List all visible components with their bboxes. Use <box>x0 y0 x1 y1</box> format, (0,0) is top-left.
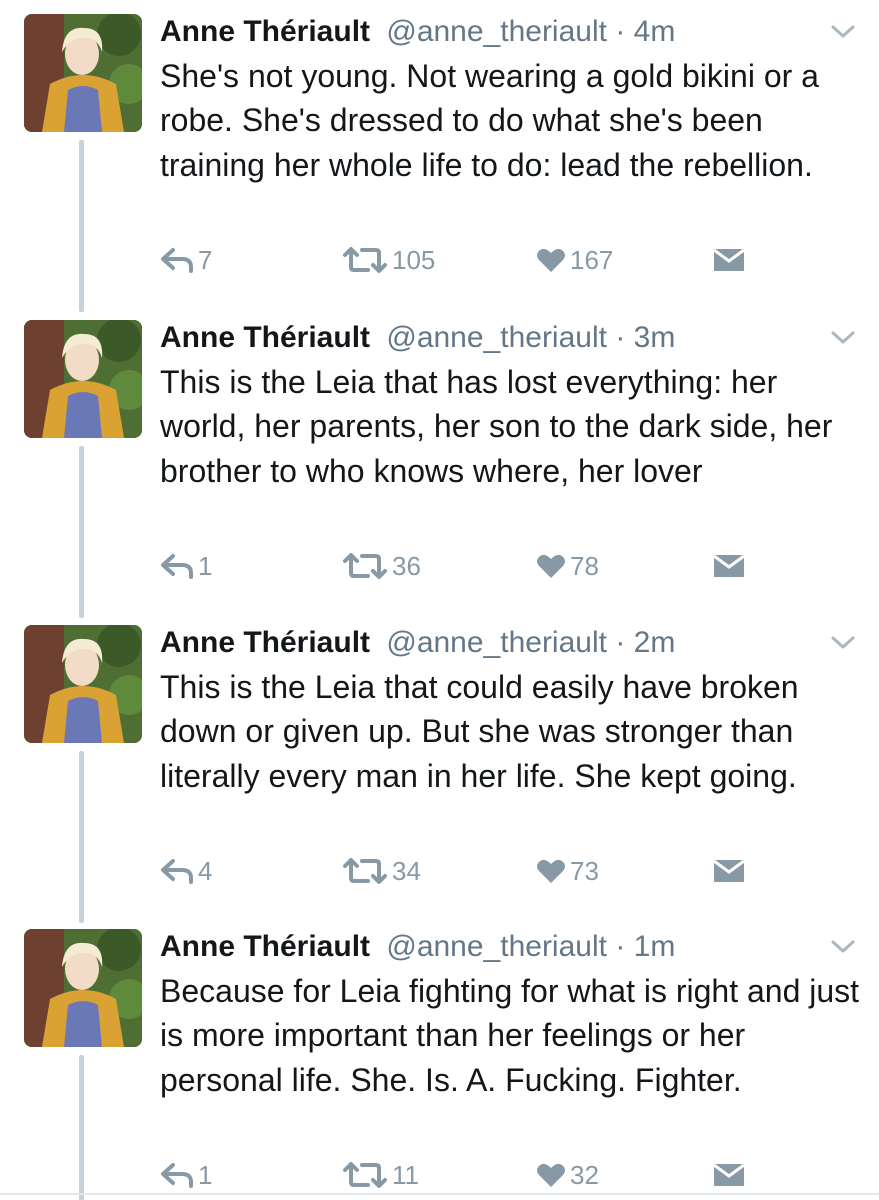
chevron-down-icon[interactable] <box>830 633 856 653</box>
avatar[interactable] <box>24 320 142 438</box>
author-handle[interactable]: @anne_theriault <box>386 15 607 48</box>
heart-icon <box>536 553 566 579</box>
author-name[interactable]: Anne Thériault <box>160 930 370 963</box>
retweet-count: 36 <box>392 550 421 581</box>
tweet[interactable]: Anne Thériault @anne_theriault · 3m This… <box>0 306 879 618</box>
chevron-down-icon[interactable] <box>830 328 856 348</box>
like-count: 167 <box>570 244 614 275</box>
timestamp[interactable]: 4m <box>634 15 676 48</box>
direct-message-button[interactable] <box>712 851 746 891</box>
like-button[interactable]: 167 <box>536 240 613 280</box>
direct-message-button[interactable] <box>712 240 746 280</box>
retweet-icon <box>342 552 388 580</box>
chevron-down-icon[interactable] <box>830 937 856 957</box>
tweet-header: Anne Thériault @anne_theriault · 3m <box>160 318 675 358</box>
reply-icon <box>160 1162 194 1188</box>
tweet-text: This is the Leia that has lost everythin… <box>160 364 833 489</box>
tweet[interactable]: Anne Thériault @anne_theriault · 4m She'… <box>0 0 879 312</box>
tweet-actions: 1 11 32 <box>0 1155 879 1195</box>
tweet-header: Anne Thériault @anne_theriault · 1m <box>160 927 675 967</box>
retweet-button[interactable]: 105 <box>342 240 435 280</box>
separator: · <box>615 321 626 354</box>
tweet-text: She's not young. Not wearing a gold biki… <box>160 58 819 183</box>
retweet-count: 34 <box>392 855 421 886</box>
author-name[interactable]: Anne Thériault <box>160 15 370 48</box>
retweet-button[interactable]: 34 <box>342 851 421 891</box>
reply-button[interactable]: 7 <box>160 240 212 280</box>
retweet-icon <box>342 857 388 885</box>
avatar[interactable] <box>24 14 142 132</box>
separator: · <box>615 15 626 48</box>
thread-line <box>79 446 84 618</box>
reply-icon <box>160 858 194 884</box>
direct-message-button[interactable] <box>712 546 746 586</box>
like-button[interactable]: 32 <box>536 1155 599 1195</box>
reply-count: 1 <box>198 1159 213 1190</box>
retweet-count: 105 <box>392 244 436 275</box>
tweet-header: Anne Thériault @anne_theriault · 4m <box>160 12 675 52</box>
heart-icon <box>536 1162 566 1188</box>
retweet-count: 11 <box>392 1159 419 1190</box>
retweet-icon <box>342 246 388 274</box>
separator: · <box>615 930 626 963</box>
tweet[interactable]: Anne Thériault @anne_theriault · 2m This… <box>0 611 879 923</box>
reply-count: 7 <box>198 244 213 275</box>
divider <box>0 1193 879 1195</box>
retweet-button[interactable]: 36 <box>342 546 421 586</box>
tweet[interactable]: Anne Thériault @anne_theriault · 1m Beca… <box>0 915 879 1200</box>
reply-icon <box>160 247 194 273</box>
chevron-down-icon[interactable] <box>830 22 856 42</box>
envelope-icon <box>712 247 746 273</box>
reply-button[interactable]: 1 <box>160 546 212 586</box>
author-handle[interactable]: @anne_theriault <box>386 930 607 963</box>
timestamp[interactable]: 1m <box>634 930 676 963</box>
like-button[interactable]: 73 <box>536 851 599 891</box>
like-count: 32 <box>570 1159 599 1190</box>
tweet-text: Because for Leia fighting for what is ri… <box>160 973 860 1098</box>
reply-count: 1 <box>198 550 213 581</box>
reply-button[interactable]: 1 <box>160 1155 212 1195</box>
tweet-actions: 1 36 78 <box>0 546 879 586</box>
retweet-button[interactable]: 11 <box>342 1155 419 1195</box>
tweet-thread: Anne Thériault @anne_theriault · 4m She'… <box>0 0 879 1200</box>
retweet-icon <box>342 1161 388 1189</box>
avatar[interactable] <box>24 929 142 1047</box>
author-name[interactable]: Anne Thériault <box>160 626 370 659</box>
reply-icon <box>160 553 194 579</box>
envelope-icon <box>712 553 746 579</box>
timestamp[interactable]: 3m <box>634 321 676 354</box>
tweet-text: This is the Leia that could easily have … <box>160 669 799 794</box>
avatar[interactable] <box>24 625 142 743</box>
thread-line <box>79 140 84 312</box>
heart-icon <box>536 858 566 884</box>
tweet-actions: 7 105 167 <box>0 240 879 280</box>
thread-line <box>79 751 84 923</box>
author-name[interactable]: Anne Thériault <box>160 321 370 354</box>
separator: · <box>615 626 626 659</box>
reply-button[interactable]: 4 <box>160 851 212 891</box>
timestamp[interactable]: 2m <box>634 626 676 659</box>
envelope-icon <box>712 858 746 884</box>
author-handle[interactable]: @anne_theriault <box>386 626 607 659</box>
like-button[interactable]: 78 <box>536 546 599 586</box>
tweet-header: Anne Thériault @anne_theriault · 2m <box>160 623 675 663</box>
heart-icon <box>536 247 566 273</box>
like-count: 78 <box>570 550 599 581</box>
envelope-icon <box>712 1162 746 1188</box>
direct-message-button[interactable] <box>712 1155 746 1195</box>
tweet-actions: 4 34 73 <box>0 851 879 891</box>
author-handle[interactable]: @anne_theriault <box>386 321 607 354</box>
like-count: 73 <box>570 855 599 886</box>
reply-count: 4 <box>198 855 213 886</box>
